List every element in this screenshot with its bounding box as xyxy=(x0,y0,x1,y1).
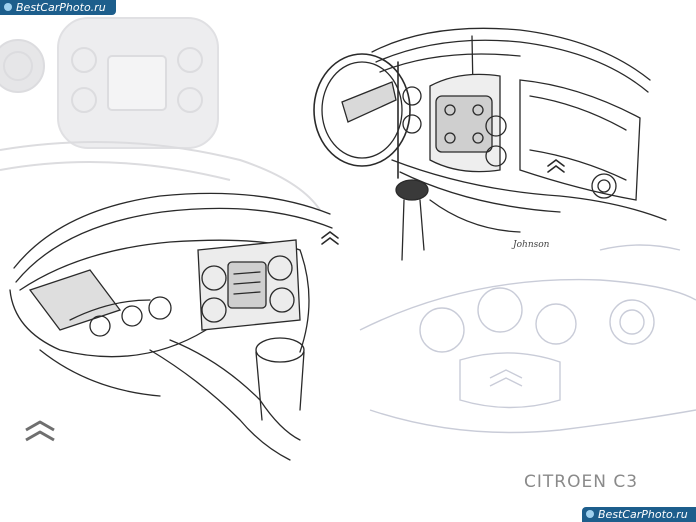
faded-interior-top-left xyxy=(0,17,321,211)
watermark-bottom: BestCarPhoto.ru xyxy=(582,507,696,522)
designer-signature: Johnson xyxy=(513,240,550,250)
dashboard-sketch-upper xyxy=(313,27,667,261)
brand-wordmark: CITROEN C3 xyxy=(524,472,639,492)
faded-rear-view xyxy=(359,244,696,434)
dashboard-sketch xyxy=(0,17,696,461)
citroen-chevron-icon xyxy=(25,420,55,442)
